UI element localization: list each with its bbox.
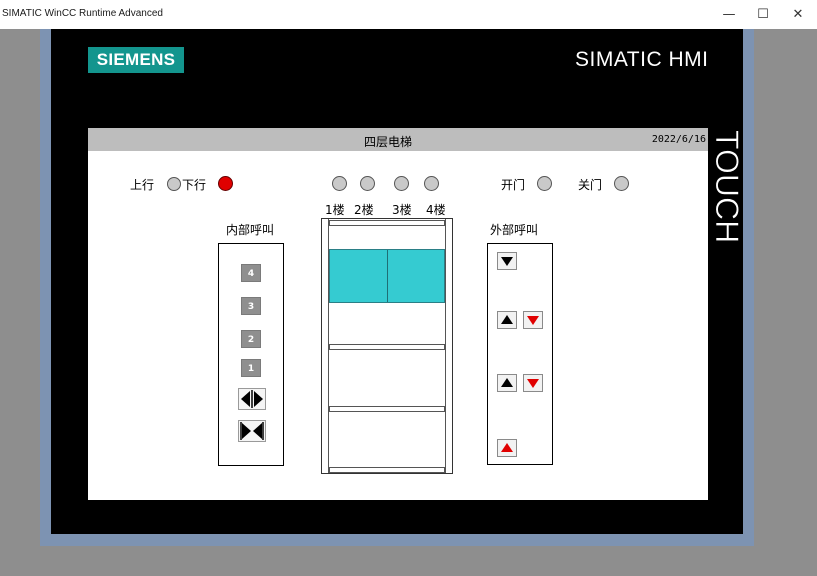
- close-door-button[interactable]: [238, 420, 266, 442]
- screen-date: 2022/6/16: [651, 134, 706, 145]
- window-title: SIMATIC WinCC Runtime Advanced: [2, 8, 163, 19]
- floor-1-line: [329, 467, 445, 473]
- door-open-icon: [241, 390, 263, 408]
- door-open-lamp: [537, 176, 552, 191]
- up-direction-label: 上行: [130, 178, 155, 192]
- floor-1-lamp: [332, 176, 347, 191]
- floor-2-down-call-button[interactable]: [523, 374, 543, 392]
- floor-2-label: 2楼: [354, 203, 374, 217]
- maximize-button[interactable]: ☐: [746, 0, 780, 29]
- up-arrow-icon: [501, 443, 513, 452]
- internal-call-floor-4-button[interactable]: 4: [241, 264, 261, 282]
- floor-4-down-call-button[interactable]: [497, 252, 517, 270]
- floor-3-down-call-button[interactable]: [523, 311, 543, 329]
- up-direction-lamp: [167, 177, 181, 191]
- hmi-model-label: SIMATIC HMI: [575, 48, 709, 71]
- door-open-label: 开门: [501, 178, 526, 192]
- internal-call-floor-2-button[interactable]: 2: [241, 330, 261, 348]
- hmi-screen: 四层电梯 2022/6/16 上行 下行 1楼 2楼 3楼 4楼 开门 关门 内…: [88, 128, 708, 500]
- floor-4-label: 4楼: [426, 203, 446, 217]
- open-door-button[interactable]: [238, 388, 266, 410]
- close-button[interactable]: ✕: [781, 0, 815, 29]
- door-close-label: 关门: [578, 178, 603, 192]
- floor-3-label: 3楼: [392, 203, 412, 217]
- internal-call-floor-1-button[interactable]: 1: [241, 359, 261, 377]
- screen-title: 四层电梯: [363, 135, 412, 149]
- car-door-split: [387, 250, 388, 302]
- floor-3-line: [329, 344, 445, 350]
- down-arrow-icon: [501, 257, 513, 266]
- external-call-title: 外部呼叫: [490, 223, 539, 237]
- minimize-button[interactable]: —: [712, 0, 746, 29]
- down-arrow-icon: [527, 316, 539, 325]
- touch-label: TOUCH: [709, 130, 746, 244]
- down-direction-label: 下行: [182, 178, 207, 192]
- down-arrow-icon: [527, 379, 539, 388]
- internal-call-panel: 4 3 2 1: [218, 243, 284, 466]
- floor-2-up-call-button[interactable]: [497, 374, 517, 392]
- shaft-rail-right: [445, 219, 446, 473]
- external-call-panel: [487, 243, 553, 465]
- floor-1-label: 1楼: [325, 203, 345, 217]
- floor-3-lamp: [394, 176, 409, 191]
- floor-2-lamp: [360, 176, 375, 191]
- elevator-car: [329, 249, 445, 303]
- floor-4-lamp: [424, 176, 439, 191]
- window-titlebar: SIMATIC WinCC Runtime Advanced — ☐ ✕: [0, 0, 817, 30]
- siemens-logo: SIEMENS: [88, 47, 184, 73]
- up-arrow-icon: [501, 315, 513, 324]
- internal-call-title: 内部呼叫: [226, 223, 275, 237]
- floor-1-up-call-button[interactable]: [497, 439, 517, 457]
- up-arrow-icon: [501, 378, 513, 387]
- floor-3-up-call-button[interactable]: [497, 311, 517, 329]
- down-direction-lamp: [218, 176, 233, 191]
- floor-2-line: [329, 406, 445, 412]
- door-close-lamp: [614, 176, 629, 191]
- touch-text: TOUCH: [709, 130, 745, 243]
- floor-4-line: [329, 220, 445, 226]
- internal-call-floor-3-button[interactable]: 3: [241, 297, 261, 315]
- screen-header: 四层电梯 2022/6/16: [88, 128, 708, 151]
- door-close-icon: [240, 422, 264, 440]
